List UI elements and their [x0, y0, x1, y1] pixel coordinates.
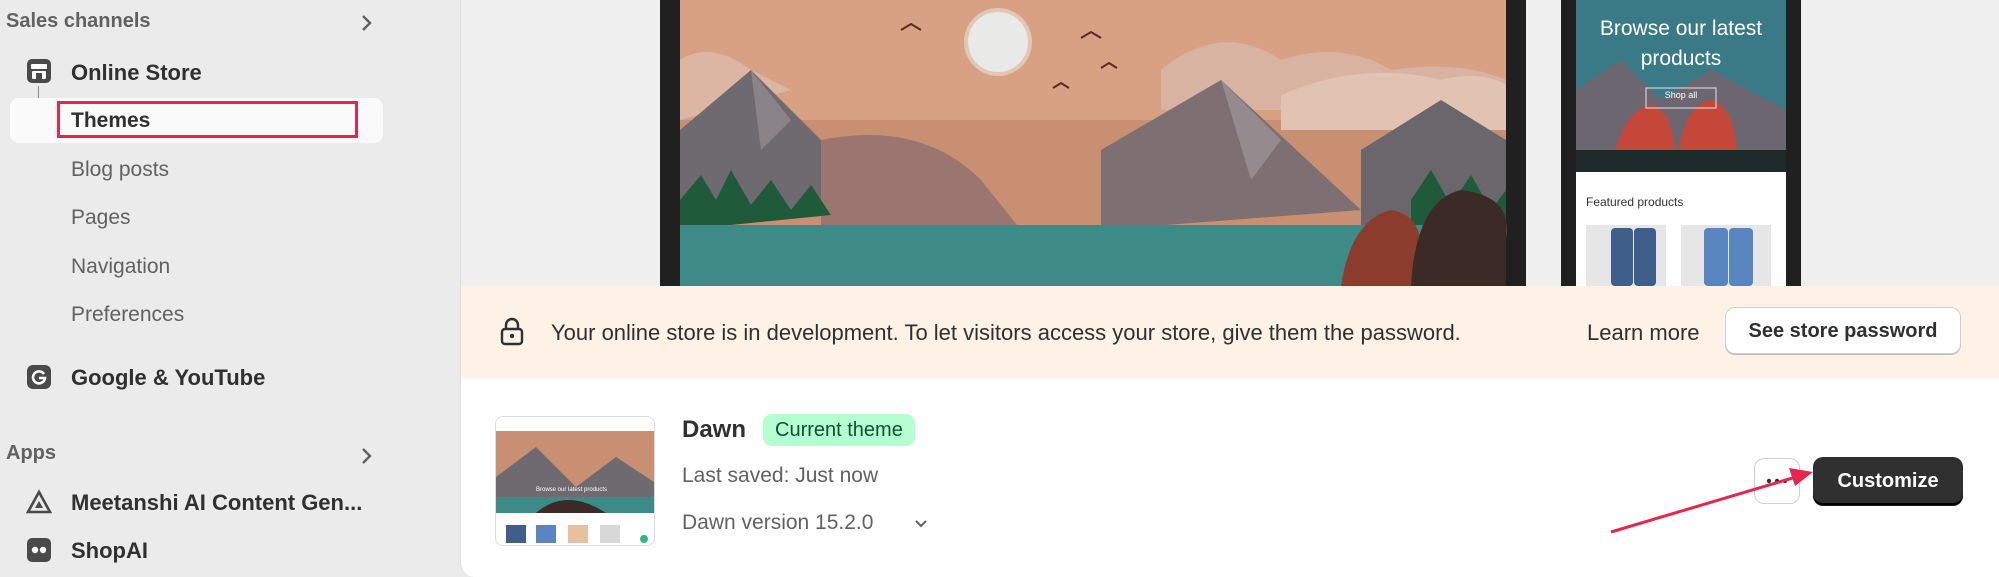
development-banner: Your online store is in development. To …: [461, 286, 1999, 378]
theme-thumbnail[interactable]: Browse our latest products: [495, 416, 655, 546]
highlight-box: [57, 101, 358, 138]
chevron-down-icon[interactable]: [913, 516, 929, 532]
chevron-right-icon[interactable]: [355, 445, 377, 467]
meetanshi-app-icon: [25, 489, 53, 514]
google-icon: [27, 365, 51, 389]
customize-button[interactable]: Customize: [1813, 457, 1963, 505]
sidebar-item-online-store[interactable]: Online Store: [71, 60, 202, 86]
sidebar-item-shopai[interactable]: ShopAI: [71, 538, 148, 564]
chevron-right-icon[interactable]: [355, 12, 377, 34]
theme-version[interactable]: Dawn version 15.2.0: [682, 511, 873, 535]
theme-preview: Browse our latest products Shop all Feat…: [461, 0, 1999, 286]
sales-channels-heading: Sales channels: [6, 10, 151, 32]
more-actions-button[interactable]: [1754, 458, 1800, 504]
current-theme-badge: Current theme: [763, 414, 915, 446]
mobile-preview-heading: Browse our latest products: [1599, 17, 1763, 70]
main-content: Browse our latest products Shop all Feat…: [460, 0, 1999, 577]
theme-card: Browse our latest products Shop all Feat…: [460, 0, 1999, 577]
banner-message: Your online store is in development. To …: [551, 320, 1461, 345]
sidebar-item-google-youtube[interactable]: Google & YouTube: [71, 365, 265, 391]
sidebar-item-blog-posts[interactable]: Blog posts: [71, 158, 169, 182]
thumbnail-text: Browse our latest products: [536, 487, 608, 493]
sidebar-item-preferences[interactable]: Preferences: [71, 303, 184, 327]
sidebar-item-pages[interactable]: Pages: [71, 206, 131, 230]
apps-heading: Apps: [6, 442, 56, 464]
learn-more-link[interactable]: Learn more: [1587, 320, 1700, 346]
sidebar-item-navigation[interactable]: Navigation: [71, 255, 170, 279]
mobile-featured-label: Featured products: [1586, 195, 1684, 209]
see-store-password-button[interactable]: See store password: [1725, 307, 1961, 354]
theme-name: Dawn: [682, 416, 747, 443]
thumbnail-illustration: [496, 417, 654, 545]
shopai-app-icon: [27, 538, 51, 562]
last-saved-text: Last saved: Just now: [682, 464, 879, 487]
sidebar: Sales channels Online Store Themes Blog …: [0, 0, 404, 577]
store-icon: [27, 59, 51, 83]
ellipsis-icon: [1766, 478, 1788, 484]
mobile-preview-button: Shop all: [1664, 90, 1698, 100]
sidebar-item-meetanshi[interactable]: Meetanshi AI Content Gen...: [71, 490, 362, 516]
lock-icon: [500, 317, 524, 346]
